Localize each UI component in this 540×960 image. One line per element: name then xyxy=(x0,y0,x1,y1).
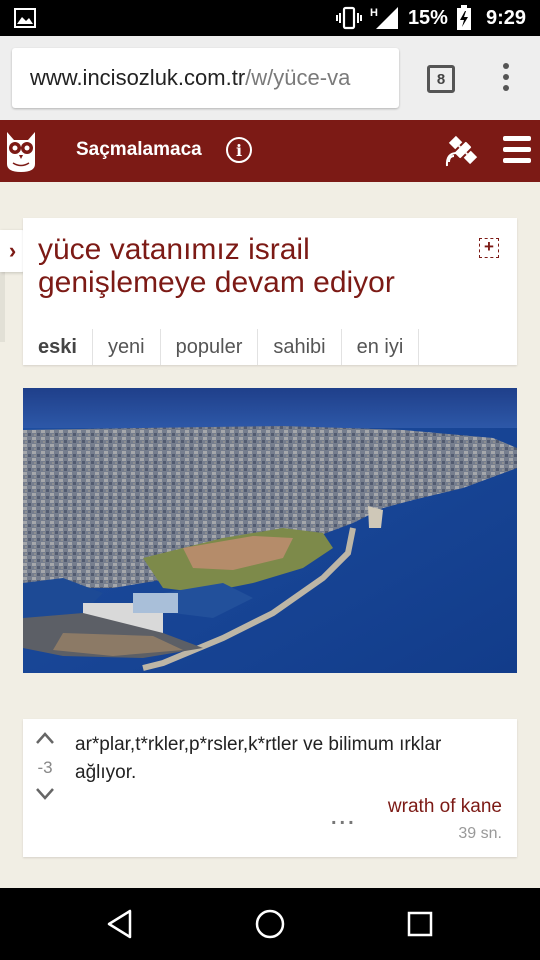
topic-card: yüce vatanımız israil genişlemeye devam … xyxy=(23,218,517,365)
downvote-chevron-icon[interactable] xyxy=(35,787,55,801)
sort-tabs: eski yeni populer sahibi en iyi xyxy=(23,329,420,365)
vibrate-icon xyxy=(335,6,362,30)
browser-toolbar: www.incisozluk.com.tr/w/yüce-va 8 xyxy=(0,36,540,120)
sort-tab-sahibi[interactable]: sahibi xyxy=(258,329,342,365)
add-entry-icon[interactable]: + xyxy=(479,238,499,258)
entry-more-button[interactable]: ... xyxy=(331,807,357,830)
tab-switcher-button[interactable]: 8 xyxy=(427,65,455,93)
upvote-chevron-icon[interactable] xyxy=(35,731,55,745)
battery-charging-icon xyxy=(456,5,471,30)
home-icon[interactable] xyxy=(252,906,288,942)
status-indicators: H 15% 9:29 xyxy=(335,0,526,36)
sort-tab-en-iyi[interactable]: en iyi xyxy=(342,329,420,365)
entry-author[interactable]: wrath of kane xyxy=(388,796,502,818)
sort-tab-yeni[interactable]: yeni xyxy=(93,329,161,365)
url-host: www.incisozluk.com.tr xyxy=(30,65,246,90)
side-drawer-edge xyxy=(0,272,5,342)
entry-card: -3 ar*plar,t*rkler,p*rsler,k*rtler ve bi… xyxy=(23,719,517,857)
url-text: www.incisozluk.com.tr/w/yüce-va xyxy=(30,65,350,91)
battery-percent: 15% xyxy=(407,6,448,29)
info-icon[interactable]: i xyxy=(226,137,252,163)
hamburger-menu-icon[interactable] xyxy=(503,136,531,166)
aerial-city-photo[interactable] xyxy=(23,388,517,673)
overflow-menu-icon[interactable] xyxy=(496,63,516,97)
system-nav-bar xyxy=(0,888,540,960)
vote-count: -3 xyxy=(37,758,53,777)
entry-text: ar*plar,t*rkler,p*rsler,k*rtler ve bilim… xyxy=(75,734,442,783)
sort-tab-eski[interactable]: eski xyxy=(23,329,93,365)
status-bar: H 15% 9:29 xyxy=(0,0,540,36)
back-icon[interactable] xyxy=(102,906,138,942)
image-notification-icon xyxy=(14,8,36,28)
photo-illustration xyxy=(23,388,517,673)
site-title[interactable]: Saçmalamaca xyxy=(76,139,202,161)
entry-time[interactable]: 39 sn. xyxy=(458,825,502,843)
signal-icon: H xyxy=(370,7,398,29)
recents-icon[interactable] xyxy=(402,906,438,942)
svg-text:H: H xyxy=(370,7,378,19)
satellite-icon[interactable] xyxy=(445,132,481,168)
url-path: /w/yüce-va xyxy=(245,65,351,90)
side-drawer-tab[interactable]: › xyxy=(0,230,25,272)
site-header: Saçmalamaca i xyxy=(0,120,540,182)
topic-title[interactable]: yüce vatanımız israil genişlemeye devam … xyxy=(38,233,458,299)
clock: 9:29 xyxy=(485,6,526,29)
owl-logo-icon[interactable] xyxy=(4,128,38,174)
url-bar[interactable]: www.incisozluk.com.tr/w/yüce-va xyxy=(12,48,399,108)
sort-tab-populer[interactable]: populer xyxy=(161,329,259,365)
